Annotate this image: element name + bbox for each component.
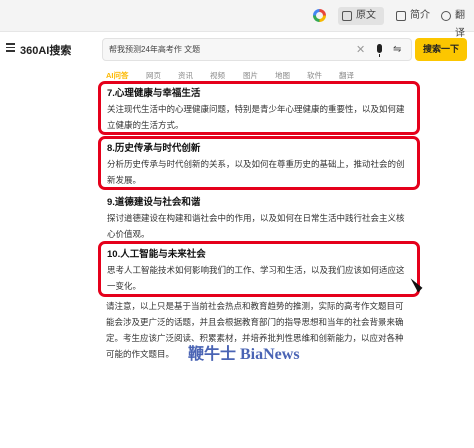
section-body-line: 新发展。 — [107, 175, 142, 185]
section-title: 7.心理健康与幸福生活 — [107, 88, 201, 99]
microphone-icon[interactable] — [377, 44, 382, 57]
section-body: 分析历史传承与时代创新的关系，以及如何在尊重历史的基础上，推动社会的创 新发展。 — [107, 156, 417, 188]
brand-name: 360AI搜索 — [20, 45, 72, 57]
summary-icon — [396, 11, 406, 21]
section-body-line: 立健康的生活方式。 — [107, 120, 184, 130]
section-title: 9.道德建设与社会和谐 — [107, 197, 201, 208]
summary-label: 简介 — [410, 10, 430, 21]
clear-icon[interactable]: ✕ — [356, 43, 365, 57]
section-title: 10.人工智能与未来社会 — [107, 249, 206, 260]
tune-icon[interactable]: ⇋ — [393, 43, 401, 57]
section-body-line: 探讨道德建设在构建和谐社会中的作用，以及如何在日常生活中践行社会主义核 — [107, 213, 405, 223]
section-body-line: 一变化。 — [107, 281, 142, 291]
translate-button[interactable]: 翻译 — [437, 7, 474, 39]
original-text-button[interactable]: 原文 — [338, 7, 384, 25]
section-body-line: 心价值观。 — [107, 229, 150, 239]
search-box[interactable]: 帮我预测24年高考作 文题 ✕ ⇋ — [102, 38, 412, 61]
section-body-line: 思考人工智能技术如何影响我们的工作、学习和生活，以及我们应该如何适应这 — [107, 265, 405, 275]
summary-button[interactable]: 简介 — [392, 7, 432, 25]
translate-label: 翻译 — [455, 10, 465, 39]
section-body-line: 关注现代生活中的心理健康问题，特别是青少年心理健康的重要性，以及如何建 — [107, 104, 405, 114]
logo[interactable]: 360AI搜索 — [20, 41, 72, 57]
browser-logo-icon[interactable] — [313, 9, 326, 22]
menu-icon[interactable] — [6, 43, 15, 52]
note-line: 能会涉及更广泛的话题，并且会根据教育部门的指导思想和当年的社会背景来确 — [106, 317, 404, 327]
note-line: 请注意，以上只是基于当前社会热点和教育趋势的推测，实际的高考作文题目可 — [106, 301, 404, 311]
section-body: 关注现代生活中的心理健康问题，特别是青少年心理健康的重要性，以及如何建 立健康的… — [107, 101, 417, 133]
watermark: 鞭牛士 BiaNews — [188, 346, 300, 363]
note-line: 定。考生应该广泛阅读、积累素材，并培养批判性思维和创新能力，以应对各种 — [106, 333, 404, 343]
translate-icon — [441, 11, 451, 21]
section-title: 8.历史传承与时代创新 — [107, 143, 201, 154]
browser-toolbar: 原文 简介 翻译 — [0, 0, 474, 39]
search-button[interactable]: 搜索一下 — [415, 38, 467, 61]
search-input[interactable]: 帮我预测24年高考作 文题 — [109, 44, 200, 56]
section-body: 思考人工智能技术如何影响我们的工作、学习和生活，以及我们应该如何适应这 一变化。 — [107, 262, 417, 294]
document-icon — [342, 11, 352, 21]
section-body: 探讨道德建设在构建和谐社会中的作用，以及如何在日常生活中践行社会主义核 心价值观… — [107, 210, 417, 242]
original-text-label: 原文 — [356, 10, 376, 21]
section-body-line: 分析历史传承与时代创新的关系，以及如何在尊重历史的基础上，推动社会的创 — [107, 159, 405, 169]
